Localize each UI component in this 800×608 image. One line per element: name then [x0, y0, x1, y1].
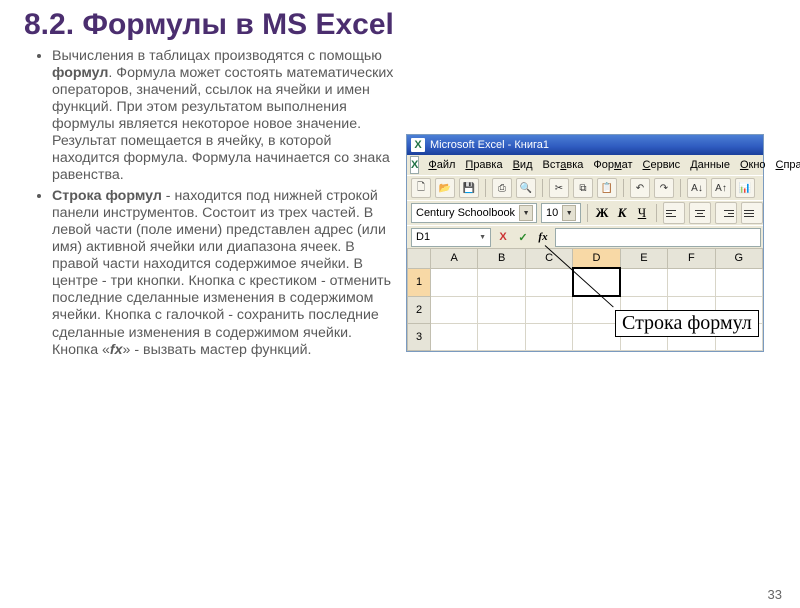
sort-desc-icon[interactable]: A↑: [711, 178, 731, 198]
bullet-1: Вычисления в таблицах производятся с пом…: [52, 48, 398, 184]
row-header[interactable]: 1: [408, 268, 431, 296]
menu-format[interactable]: Формат: [589, 158, 636, 172]
cancel-button[interactable]: X: [495, 229, 511, 245]
preview-icon[interactable]: 🔍: [516, 178, 536, 198]
text: » - вызвать мастер функций.: [123, 342, 312, 358]
fx-button[interactable]: fx: [535, 229, 551, 245]
align-center-icon[interactable]: [689, 202, 711, 224]
row-header[interactable]: 3: [408, 324, 431, 351]
menu-insert[interactable]: Вставка: [539, 158, 588, 172]
cell[interactable]: [478, 296, 525, 324]
cell[interactable]: [715, 268, 762, 296]
menu-help[interactable]: Спра: [772, 158, 800, 172]
slide-title: 8.2. Формулы в MS Excel: [24, 8, 800, 42]
print-icon[interactable]: ⎙: [492, 178, 512, 198]
separator: [485, 179, 486, 197]
cell[interactable]: [525, 324, 572, 351]
merge-icon[interactable]: [741, 202, 763, 224]
standard-toolbar: 🗋 📂 💾 ⎙ 🔍 ✂ ⧉ 📋 ↶ ↷ A↓ A↑ 📊: [407, 175, 763, 200]
sort-asc-icon[interactable]: A↓: [687, 178, 707, 198]
open-icon[interactable]: 📂: [435, 178, 455, 198]
italic-button[interactable]: К: [614, 205, 630, 221]
chevron-down-icon: ▼: [479, 234, 486, 241]
menu-data[interactable]: Данные: [686, 158, 734, 172]
save-icon[interactable]: 💾: [459, 178, 479, 198]
chevron-down-icon: ▼: [562, 205, 576, 221]
cell[interactable]: [478, 324, 525, 351]
undo-icon[interactable]: ↶: [630, 178, 650, 198]
font-size-combo[interactable]: 10 ▼: [541, 203, 581, 223]
align-left-icon[interactable]: [663, 202, 685, 224]
separator: [623, 179, 624, 197]
separator: [542, 179, 543, 197]
copy-icon[interactable]: ⧉: [573, 178, 593, 198]
formula-bar: D1 ▼ X ✓ fx: [407, 225, 763, 248]
font-size-value: 10: [546, 207, 558, 219]
text: . Формула может состоять математических …: [52, 65, 393, 183]
row-header[interactable]: 2: [408, 296, 431, 324]
col-header[interactable]: G: [715, 249, 762, 269]
separator: [656, 204, 657, 222]
cell[interactable]: [573, 296, 620, 324]
col-header[interactable]: D: [573, 249, 620, 269]
cell[interactable]: [431, 324, 478, 351]
font-name-combo[interactable]: Century Schoolbook ▼: [411, 203, 537, 223]
name-box-value: D1: [416, 231, 430, 243]
name-box[interactable]: D1 ▼: [411, 228, 491, 247]
enter-button[interactable]: ✓: [515, 229, 531, 245]
excel-icon: X: [411, 138, 425, 152]
col-header[interactable]: E: [620, 249, 667, 269]
window-title: Microsoft Excel - Книга1: [430, 139, 549, 151]
redo-icon[interactable]: ↷: [654, 178, 674, 198]
excel-icon: X: [410, 156, 419, 174]
menubar: X Файл Правка Вид Вставка Формат Сервис …: [407, 155, 763, 175]
menu-view[interactable]: Вид: [509, 158, 537, 172]
separator: [680, 179, 681, 197]
bullet-2: Строка формул - находится под нижней стр…: [52, 188, 398, 358]
chart-icon[interactable]: 📊: [735, 178, 755, 198]
font-name-value: Century Schoolbook: [416, 207, 515, 219]
formula-input[interactable]: [555, 228, 761, 247]
align-right-icon[interactable]: [715, 202, 737, 224]
cell[interactable]: [573, 324, 620, 351]
paste-icon[interactable]: 📋: [597, 178, 617, 198]
menu-edit[interactable]: Правка: [461, 158, 506, 172]
underline-button[interactable]: Ч: [634, 205, 650, 221]
text: - находится под нижней строкой панели ин…: [52, 188, 391, 357]
text-bold: Строка формул: [52, 188, 162, 204]
bold-button[interactable]: Ж: [594, 205, 610, 221]
col-header[interactable]: A: [431, 249, 478, 269]
body-text: Вычисления в таблицах производятся с пом…: [0, 48, 398, 363]
text-fx: fx: [110, 342, 123, 358]
select-all-corner[interactable]: [408, 249, 431, 269]
titlebar: X Microsoft Excel - Книга1: [407, 135, 763, 155]
menu-window[interactable]: Окно: [736, 158, 770, 172]
cell[interactable]: [431, 268, 478, 296]
text: Вычисления в таблицах производятся с пом…: [52, 48, 382, 64]
worksheet: A B C D E F G 1 2: [407, 248, 763, 351]
cut-icon[interactable]: ✂: [549, 178, 569, 198]
menu-file[interactable]: Файл: [424, 158, 459, 172]
col-header[interactable]: B: [478, 249, 525, 269]
new-icon[interactable]: 🗋: [411, 178, 431, 198]
text-bold: формул: [52, 65, 108, 81]
cell[interactable]: [620, 268, 667, 296]
separator: [587, 204, 588, 222]
cell[interactable]: [431, 296, 478, 324]
formatting-toolbar: Century Schoolbook ▼ 10 ▼ Ж К Ч: [407, 200, 763, 225]
cell[interactable]: [525, 296, 572, 324]
chevron-down-icon: ▼: [519, 205, 533, 221]
menu-tools[interactable]: Сервис: [639, 158, 685, 172]
cell[interactable]: [478, 268, 525, 296]
col-header[interactable]: F: [668, 249, 715, 269]
callout-label: Строка формул: [615, 310, 759, 337]
cell[interactable]: [668, 268, 715, 296]
cell[interactable]: [525, 268, 572, 296]
excel-screenshot: X Microsoft Excel - Книга1 X Файл Правка…: [406, 134, 764, 352]
